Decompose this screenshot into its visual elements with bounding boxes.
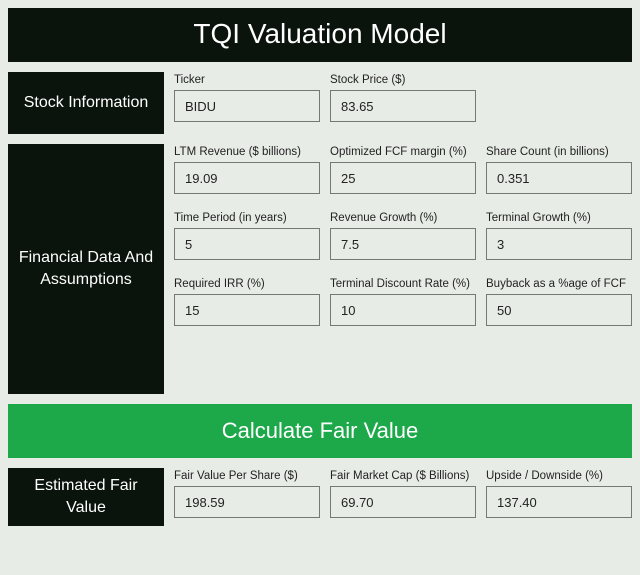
label-stock-price: Stock Price ($): [330, 74, 476, 86]
section-heading-financial: Financial Data And Assumptions: [8, 144, 164, 394]
field-ticker: Ticker BIDU: [174, 74, 320, 122]
output-fvps: 198.59: [174, 486, 320, 518]
calculate-button[interactable]: Calculate Fair Value: [8, 404, 632, 458]
label-revenue-growth: Revenue Growth (%): [330, 212, 476, 224]
field-share-count: Share Count (in billions) 0.351: [486, 146, 632, 194]
input-revenue-growth[interactable]: 7.5: [330, 228, 476, 260]
label-time-period: Time Period (in years): [174, 212, 320, 224]
input-share-count[interactable]: 0.351: [486, 162, 632, 194]
label-fcf-margin: Optimized FCF margin (%): [330, 146, 476, 158]
section-financial-data: Financial Data And Assumptions LTM Reven…: [8, 144, 632, 394]
field-ltm-revenue: LTM Revenue ($ billions) 19.09: [174, 146, 320, 194]
label-required-irr: Required IRR (%): [174, 278, 320, 290]
input-stock-price[interactable]: 83.65: [330, 90, 476, 122]
input-terminal-growth[interactable]: 3: [486, 228, 632, 260]
output-upside: 137.40: [486, 486, 632, 518]
field-terminal-discount: Terminal Discount Rate (%) 10: [330, 278, 476, 326]
field-time-period: Time Period (in years) 5: [174, 212, 320, 260]
input-buyback[interactable]: 50: [486, 294, 632, 326]
field-upside-downside: Upside / Downside (%) 137.40: [486, 470, 632, 518]
field-revenue-growth: Revenue Growth (%) 7.5: [330, 212, 476, 260]
field-required-irr: Required IRR (%) 15: [174, 278, 320, 326]
input-fcf-margin[interactable]: 25: [330, 162, 476, 194]
label-ticker: Ticker: [174, 74, 320, 86]
valuation-model: TQI Valuation Model Stock Information Ti…: [0, 0, 640, 544]
label-share-count: Share Count (in billions): [486, 146, 632, 158]
label-upside: Upside / Downside (%): [486, 470, 632, 482]
page-title: TQI Valuation Model: [8, 8, 632, 62]
input-terminal-discount[interactable]: 10: [330, 294, 476, 326]
label-fmc: Fair Market Cap ($ Billions): [330, 470, 476, 482]
label-terminal-discount: Terminal Discount Rate (%): [330, 278, 476, 290]
label-fvps: Fair Value Per Share ($): [174, 470, 320, 482]
input-ticker[interactable]: BIDU: [174, 90, 320, 122]
field-fair-market-cap: Fair Market Cap ($ Billions) 69.70: [330, 470, 476, 518]
input-required-irr[interactable]: 15: [174, 294, 320, 326]
input-time-period[interactable]: 5: [174, 228, 320, 260]
section-estimated-fair-value: Estimated Fair Value Fair Value Per Shar…: [8, 468, 632, 526]
label-terminal-growth: Terminal Growth (%): [486, 212, 632, 224]
input-ltm-revenue[interactable]: 19.09: [174, 162, 320, 194]
field-terminal-growth: Terminal Growth (%) 3: [486, 212, 632, 260]
section-heading-stock: Stock Information: [8, 72, 164, 134]
field-fcf-margin: Optimized FCF margin (%) 25: [330, 146, 476, 194]
field-stock-price: Stock Price ($) 83.65: [330, 74, 476, 122]
label-buyback: Buyback as a %age of FCF: [486, 278, 632, 290]
field-fair-value-per-share: Fair Value Per Share ($) 198.59: [174, 470, 320, 518]
label-ltm-revenue: LTM Revenue ($ billions): [174, 146, 320, 158]
section-heading-estimated: Estimated Fair Value: [8, 468, 164, 526]
section-stock-info: Stock Information Ticker BIDU Stock Pric…: [8, 72, 632, 134]
output-fmc: 69.70: [330, 486, 476, 518]
field-buyback: Buyback as a %age of FCF 50: [486, 278, 632, 326]
